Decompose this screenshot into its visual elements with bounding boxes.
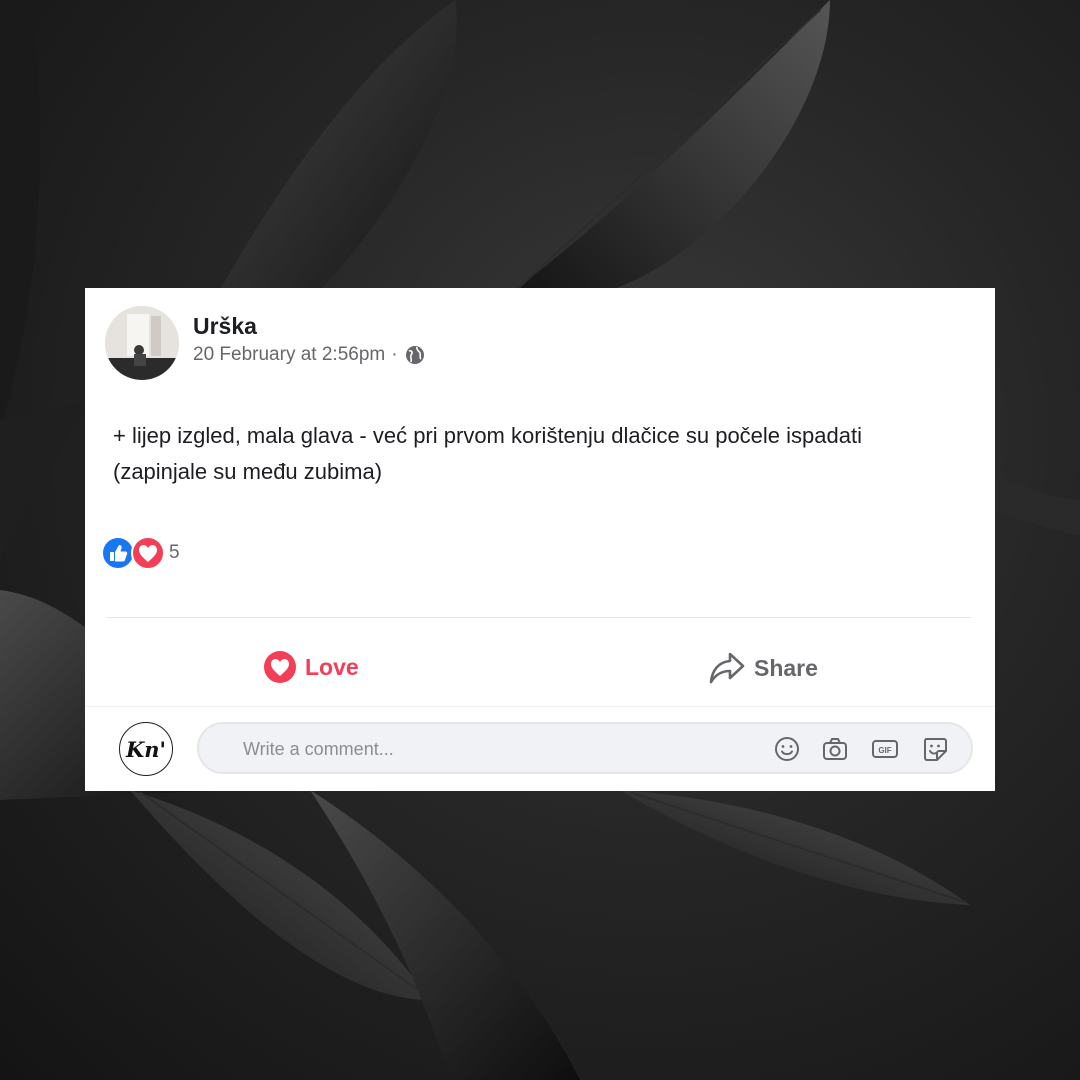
reaction-summary[interactable]: 5 bbox=[101, 536, 180, 570]
comment-input[interactable]: Write a comment... GIF bbox=[197, 722, 973, 774]
love-label: Love bbox=[305, 653, 359, 680]
love-button[interactable]: Love bbox=[263, 650, 359, 684]
globe-icon bbox=[405, 346, 424, 364]
author-name[interactable]: Urška bbox=[193, 313, 257, 340]
like-reaction-icon bbox=[101, 536, 135, 570]
share-button[interactable]: Share bbox=[708, 650, 818, 686]
post-meta: 20 February at 2:56pm · bbox=[193, 344, 426, 366]
comment-placeholder: Write a comment... bbox=[243, 739, 394, 759]
comment-composer: Kn' Write a comment... GIF bbox=[85, 706, 995, 791]
svg-text:GIF: GIF bbox=[878, 746, 891, 755]
author-avatar[interactable] bbox=[105, 306, 179, 380]
commenter-avatar[interactable]: Kn' bbox=[119, 722, 173, 776]
share-label: Share bbox=[754, 654, 818, 681]
leaf-shape bbox=[500, 0, 830, 304]
meta-separator: · bbox=[391, 344, 398, 365]
heart-icon bbox=[264, 651, 296, 683]
post-card: Urška 20 February at 2:56pm · + lijep iz… bbox=[85, 288, 995, 791]
actions-divider bbox=[107, 617, 971, 618]
post-text: + lijep izgled, mala glava - već pri prv… bbox=[113, 423, 862, 484]
reaction-count: 5 bbox=[169, 542, 180, 563]
sticker-icon[interactable] bbox=[921, 735, 949, 763]
share-arrow-icon bbox=[709, 652, 745, 684]
love-reaction-icon bbox=[131, 536, 165, 570]
emoji-icon[interactable] bbox=[773, 735, 801, 763]
leaf-shape bbox=[995, 475, 1080, 535]
post-timestamp[interactable]: 20 February at 2:56pm bbox=[193, 344, 385, 366]
avatar-photo bbox=[105, 306, 179, 380]
leaf-shape bbox=[0, 0, 90, 560]
gif-icon[interactable]: GIF bbox=[871, 735, 899, 763]
camera-icon[interactable] bbox=[821, 735, 849, 763]
leaf-shape bbox=[620, 790, 970, 905]
